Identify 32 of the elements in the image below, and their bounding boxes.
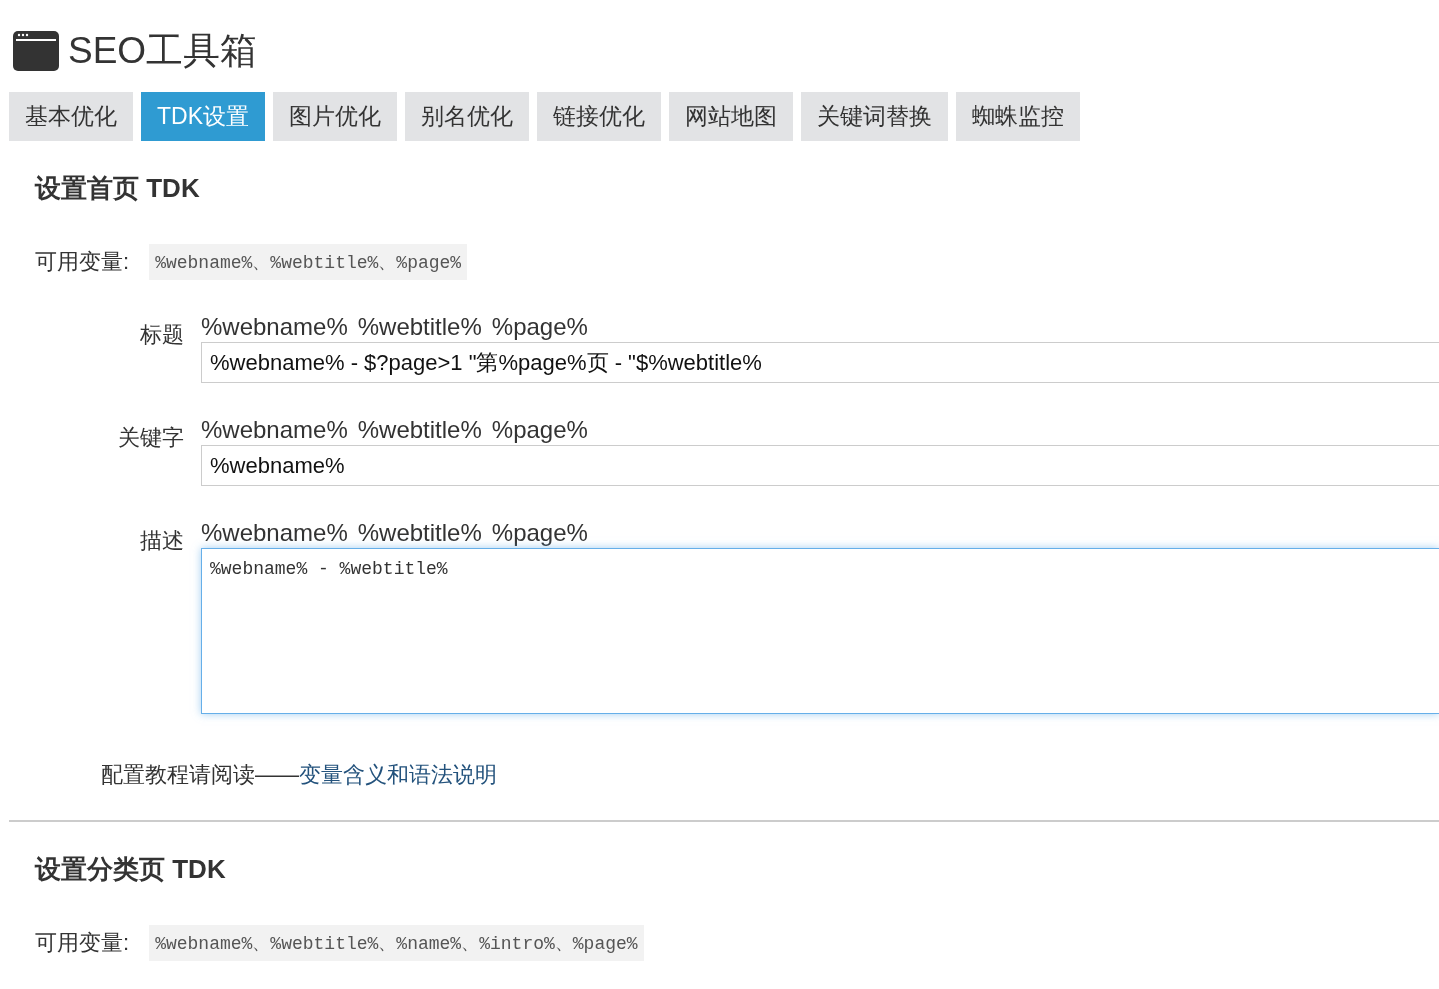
tab[interactable]: 关键词替换 [801, 92, 948, 141]
tab[interactable]: 图片优化 [273, 92, 397, 141]
text-input-field[interactable]: %webname% [201, 445, 1439, 486]
variable-link[interactable]: %webtitle% [357, 518, 482, 548]
textarea-field[interactable]: %webname% - %webtitle% [201, 548, 1439, 714]
variable-link[interactable]: %webtitle% [357, 415, 482, 445]
variables-list: %webname%、%webtitle%、%page% [149, 244, 468, 280]
variable-link[interactable]: %page% [491, 415, 588, 445]
variable-link[interactable]: %webname% [201, 312, 348, 342]
variable-link[interactable]: %webname% [201, 415, 348, 445]
browser-window-icon [12, 30, 60, 72]
section-heading: 设置分类页 TDK [35, 853, 227, 886]
variables-label: 可用变量: [35, 929, 130, 957]
variable-link[interactable]: %webtitle% [357, 312, 482, 342]
help-link[interactable]: 变量含义和语法说明 [299, 762, 497, 787]
help-sentence: 配置教程请阅读——变量含义和语法说明 [101, 761, 498, 789]
tab[interactable]: 别名优化 [405, 92, 529, 141]
variables-list: %webname%、%webtitle%、%name%、%intro%、%page% [149, 925, 644, 961]
field-label: 描述 [139, 527, 185, 555]
tab[interactable]: 链接优化 [537, 92, 661, 141]
field-label: 关键字 [117, 424, 185, 452]
variable-link[interactable]: %page% [491, 312, 588, 342]
variables-label: 可用变量: [35, 248, 130, 276]
tab[interactable]: 基本优化 [9, 92, 133, 141]
text-input-field[interactable]: %webname% - $?page>1 "第%page%页 - "$%webtitle% [201, 342, 1439, 383]
variable-link[interactable]: %page% [491, 518, 588, 548]
tab[interactable]: 蜘蛛监控 [956, 92, 1080, 141]
field-label: 标题 [139, 321, 185, 349]
tab[interactable]: 网站地图 [669, 92, 793, 141]
section-heading: 设置首页 TDK [35, 172, 201, 205]
page-title: SEO工具箱 [68, 29, 258, 73]
variable-link[interactable]: %webname% [201, 518, 348, 548]
